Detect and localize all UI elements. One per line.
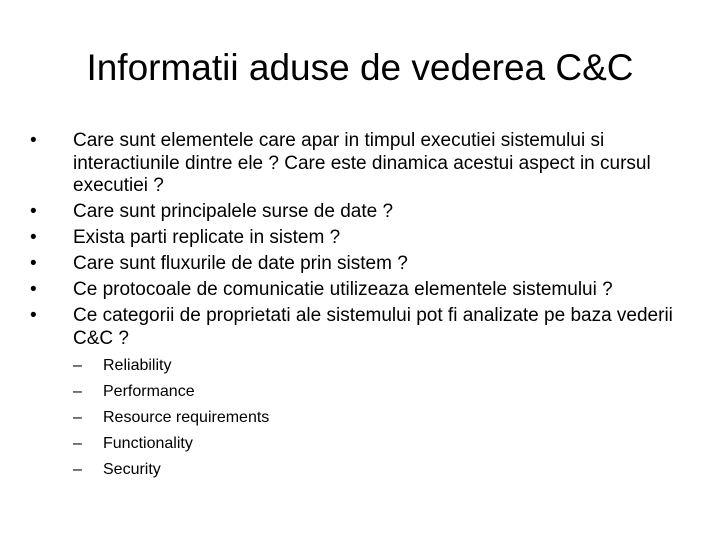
dash-marker: – xyxy=(73,461,82,478)
sub-bullet-item: – Security xyxy=(73,457,690,483)
bullet-item: • Ce categorii de proprietati ale sistem… xyxy=(0,305,720,483)
slide-title: Informatii aduse de vederea C&C xyxy=(86,47,634,88)
dash-marker: – xyxy=(73,383,82,400)
bullet-text: Care sunt principalele surse de date ? xyxy=(73,201,394,222)
bullet-item: • Ce protocoale de comunicatie utilizeaz… xyxy=(0,279,720,302)
bullet-item: • Care sunt elementele care apar in timp… xyxy=(0,130,720,198)
sub-bullet-list: – Reliability – Performance – Resource r… xyxy=(73,353,690,483)
sub-bullet-item: – Resource requirements xyxy=(73,405,690,431)
bullet-marker: • xyxy=(30,253,37,274)
sub-bullet-item: – Performance xyxy=(73,379,690,405)
bullet-marker: • xyxy=(30,305,37,326)
bullet-item: • Care sunt principalele surse de date ? xyxy=(0,201,720,224)
bullet-marker: • xyxy=(30,227,37,248)
sub-bullet-text: Resource requirements xyxy=(103,409,270,426)
bullet-marker: • xyxy=(30,279,37,300)
dash-marker: – xyxy=(73,409,82,426)
bullet-text: Care sunt fluxurile de date prin sistem … xyxy=(73,253,408,274)
sub-bullet-text: Security xyxy=(103,461,161,478)
sub-bullet-item: – Functionality xyxy=(73,431,690,457)
dash-marker: – xyxy=(73,357,82,374)
bullet-text: Ce categorii de proprietati ale sistemul… xyxy=(73,305,673,349)
bullet-marker: • xyxy=(30,201,37,222)
sub-bullet-text: Functionality xyxy=(103,435,193,452)
bullet-text: Care sunt elementele care apar in timpul… xyxy=(73,130,651,196)
sub-bullet-text: Performance xyxy=(103,383,195,400)
sub-bullet-text: Reliability xyxy=(103,357,172,374)
bullet-list: • Care sunt elementele care apar in timp… xyxy=(0,130,720,487)
bullet-marker: • xyxy=(30,130,37,151)
bullet-text: Ce protocoale de comunicatie utilizeaza … xyxy=(73,279,613,300)
bullet-item: • Exista parti replicate in sistem ? xyxy=(0,227,720,250)
bullet-text: Exista parti replicate in sistem ? xyxy=(73,227,341,248)
bullet-item: • Care sunt fluxurile de date prin siste… xyxy=(0,253,720,276)
dash-marker: – xyxy=(73,435,82,452)
sub-bullet-item: – Reliability xyxy=(73,353,690,379)
